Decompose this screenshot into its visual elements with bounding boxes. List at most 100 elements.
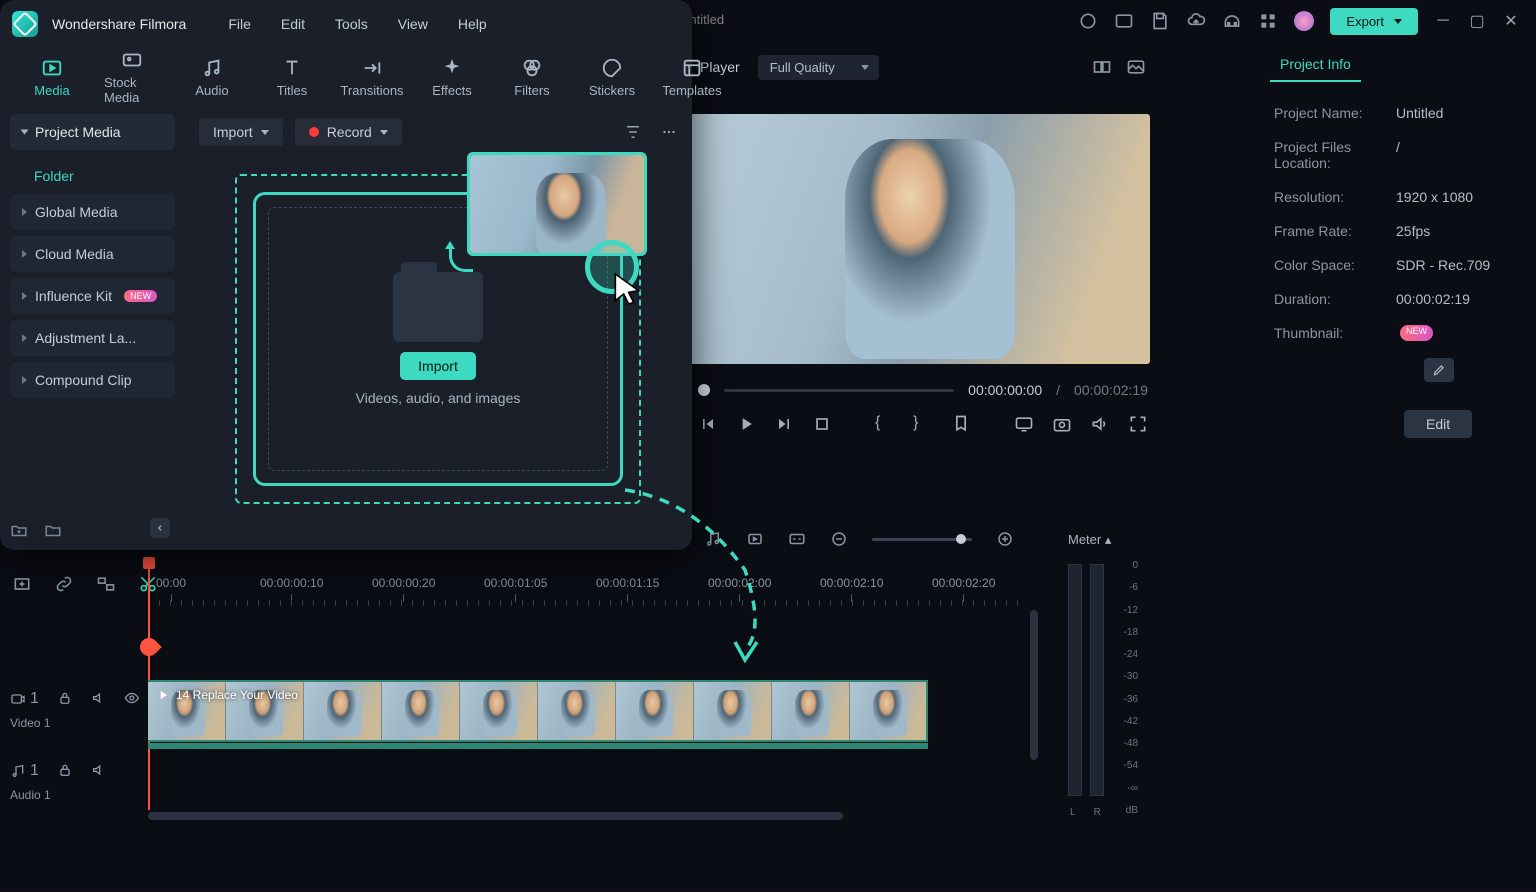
minimize-icon[interactable]: ─ [1434,12,1452,30]
render-icon[interactable] [746,530,764,548]
tab-transitions[interactable]: Transitions [344,57,400,98]
scrub-track[interactable] [724,389,954,392]
media-panel: Wondershare Filmora File Edit Tools View… [0,0,692,550]
sidebar-cloud-media[interactable]: Cloud Media [10,236,175,272]
menu-edit[interactable]: Edit [269,12,317,36]
folder-icon[interactable] [44,522,62,540]
caption-icon[interactable] [788,530,806,548]
visibility-icon[interactable] [124,690,140,706]
mute-icon[interactable] [91,690,107,706]
app-logo-icon [12,11,38,37]
video-track-head: 1 Video 1 [10,690,140,730]
tab-media[interactable]: Media [24,57,80,98]
save-icon[interactable] [1150,11,1170,31]
lock-icon[interactable] [57,762,73,778]
sidebar-compound-clip[interactable]: Compound Clip [10,362,175,398]
sidebar-project-media[interactable]: Project Media [10,114,175,150]
tab-filters[interactable]: Filters [504,57,560,98]
mute-icon[interactable] [91,762,107,778]
mark-out-icon[interactable]: } [913,414,933,434]
audio-track-label: Audio 1 [10,788,140,802]
display-icon[interactable] [1014,414,1034,434]
sidebar-global-media[interactable]: Global Media [10,194,175,230]
timeline-ruler[interactable]: 00:00 00:00:00:10 00:00:00:20 00:00:01:0… [148,576,1040,616]
layout-icon[interactable] [1114,11,1134,31]
mark-in-icon[interactable]: { [875,414,895,434]
timeline-toolbar [690,520,1028,558]
dropzone-subtitle: Videos, audio, and images [356,390,521,406]
quality-select[interactable]: Full Quality [758,55,879,80]
proj-cs-label: Color Space: [1274,257,1396,273]
tab-effects[interactable]: Effects [424,57,480,98]
tab-titles-label: Titles [277,83,308,98]
proj-res-value: 1920 x 1080 [1396,189,1473,205]
link-icon[interactable] [54,574,74,594]
fullscreen-icon[interactable] [1128,414,1148,434]
collapse-sidebar-icon[interactable] [150,518,170,538]
tab-media-label: Media [34,83,69,98]
new-folder-icon[interactable] [10,522,28,540]
audio-meter: 0-6-12-18-24-30-36-42-48-54-∞dB LR [1056,560,1152,816]
user-avatar[interactable] [1294,11,1314,31]
more-icon[interactable] [660,123,678,141]
proj-cs-value: SDR - Rec.709 [1396,257,1490,273]
tab-titles[interactable]: Titles [264,57,320,98]
image-icon[interactable] [1126,57,1146,77]
group-icon[interactable] [96,574,116,594]
playhead-marker[interactable] [136,634,161,659]
marker-icon[interactable] [951,414,971,434]
filter-icon[interactable] [624,123,642,141]
menu-file[interactable]: File [216,12,263,36]
tab-effects-label: Effects [432,83,472,98]
stop-icon[interactable] [812,414,832,434]
menu-view[interactable]: View [386,12,440,36]
step-forward-icon[interactable] [774,414,794,434]
export-button[interactable]: Export [1330,8,1418,35]
compare-view-icon[interactable] [1092,57,1112,77]
zoom-in-icon[interactable] [996,530,1014,548]
timeline-h-scrollbar[interactable] [148,812,843,820]
timeline-v-scrollbar[interactable] [1030,610,1038,760]
tab-stickers[interactable]: Stickers [584,57,640,98]
import-dropdown[interactable]: Import [199,118,283,146]
thumbnail-edit-icon[interactable] [1424,358,1454,382]
scrub-handle[interactable] [698,384,710,396]
zoom-out-icon[interactable] [830,530,848,548]
audio-meter-label[interactable]: Meter ▴ [1068,532,1111,548]
proj-name-value: Untitled [1396,105,1443,121]
preview-video[interactable] [688,114,1150,364]
play-icon[interactable] [736,414,756,434]
menu-tools[interactable]: Tools [323,12,380,36]
import-button[interactable]: Import [400,352,476,380]
music-icon[interactable] [704,530,722,548]
media-bin: Import Record Import Videos, audio, and … [185,106,692,550]
support-icon[interactable] [1222,11,1242,31]
close-icon[interactable]: ✕ [1502,12,1520,30]
step-back-icon[interactable] [698,414,718,434]
record-dropdown[interactable]: Record [295,118,402,146]
tab-audio[interactable]: Audio [184,57,240,98]
timecode-separator: / [1056,382,1060,398]
proj-dur-value: 00:00:02:19 [1396,291,1470,307]
sidebar-folder[interactable]: Folder [10,158,175,194]
menu-help[interactable]: Help [446,12,499,36]
sidebar-adjustment-layer[interactable]: Adjustment La... [10,320,175,356]
edit-project-button[interactable]: Edit [1404,410,1472,438]
sidebar-influence-kit[interactable]: Influence KitNEW [10,278,175,314]
maximize-icon[interactable]: ▢ [1468,12,1486,30]
lock-icon[interactable] [57,690,73,706]
cloud-upload-icon[interactable] [1186,11,1206,31]
tab-templates[interactable]: Templates [664,57,720,98]
tab-stock-media[interactable]: Stock Media [104,49,160,105]
add-track-icon[interactable] [12,574,32,594]
project-info-title[interactable]: Project Info [1270,50,1361,82]
proj-loc-label: Project Files Location: [1274,139,1396,171]
volume-icon[interactable] [1090,414,1110,434]
clip-label: 14 Replace Your Video [156,688,298,702]
zoom-slider[interactable] [872,538,972,541]
menubar: Wondershare Filmora File Edit Tools View… [0,0,692,48]
video-clip[interactable]: 14 Replace Your Video [148,680,928,742]
snapshot-icon[interactable] [1052,414,1072,434]
total-timecode: 00:00:02:19 [1074,382,1148,398]
apps-icon[interactable] [1258,11,1278,31]
